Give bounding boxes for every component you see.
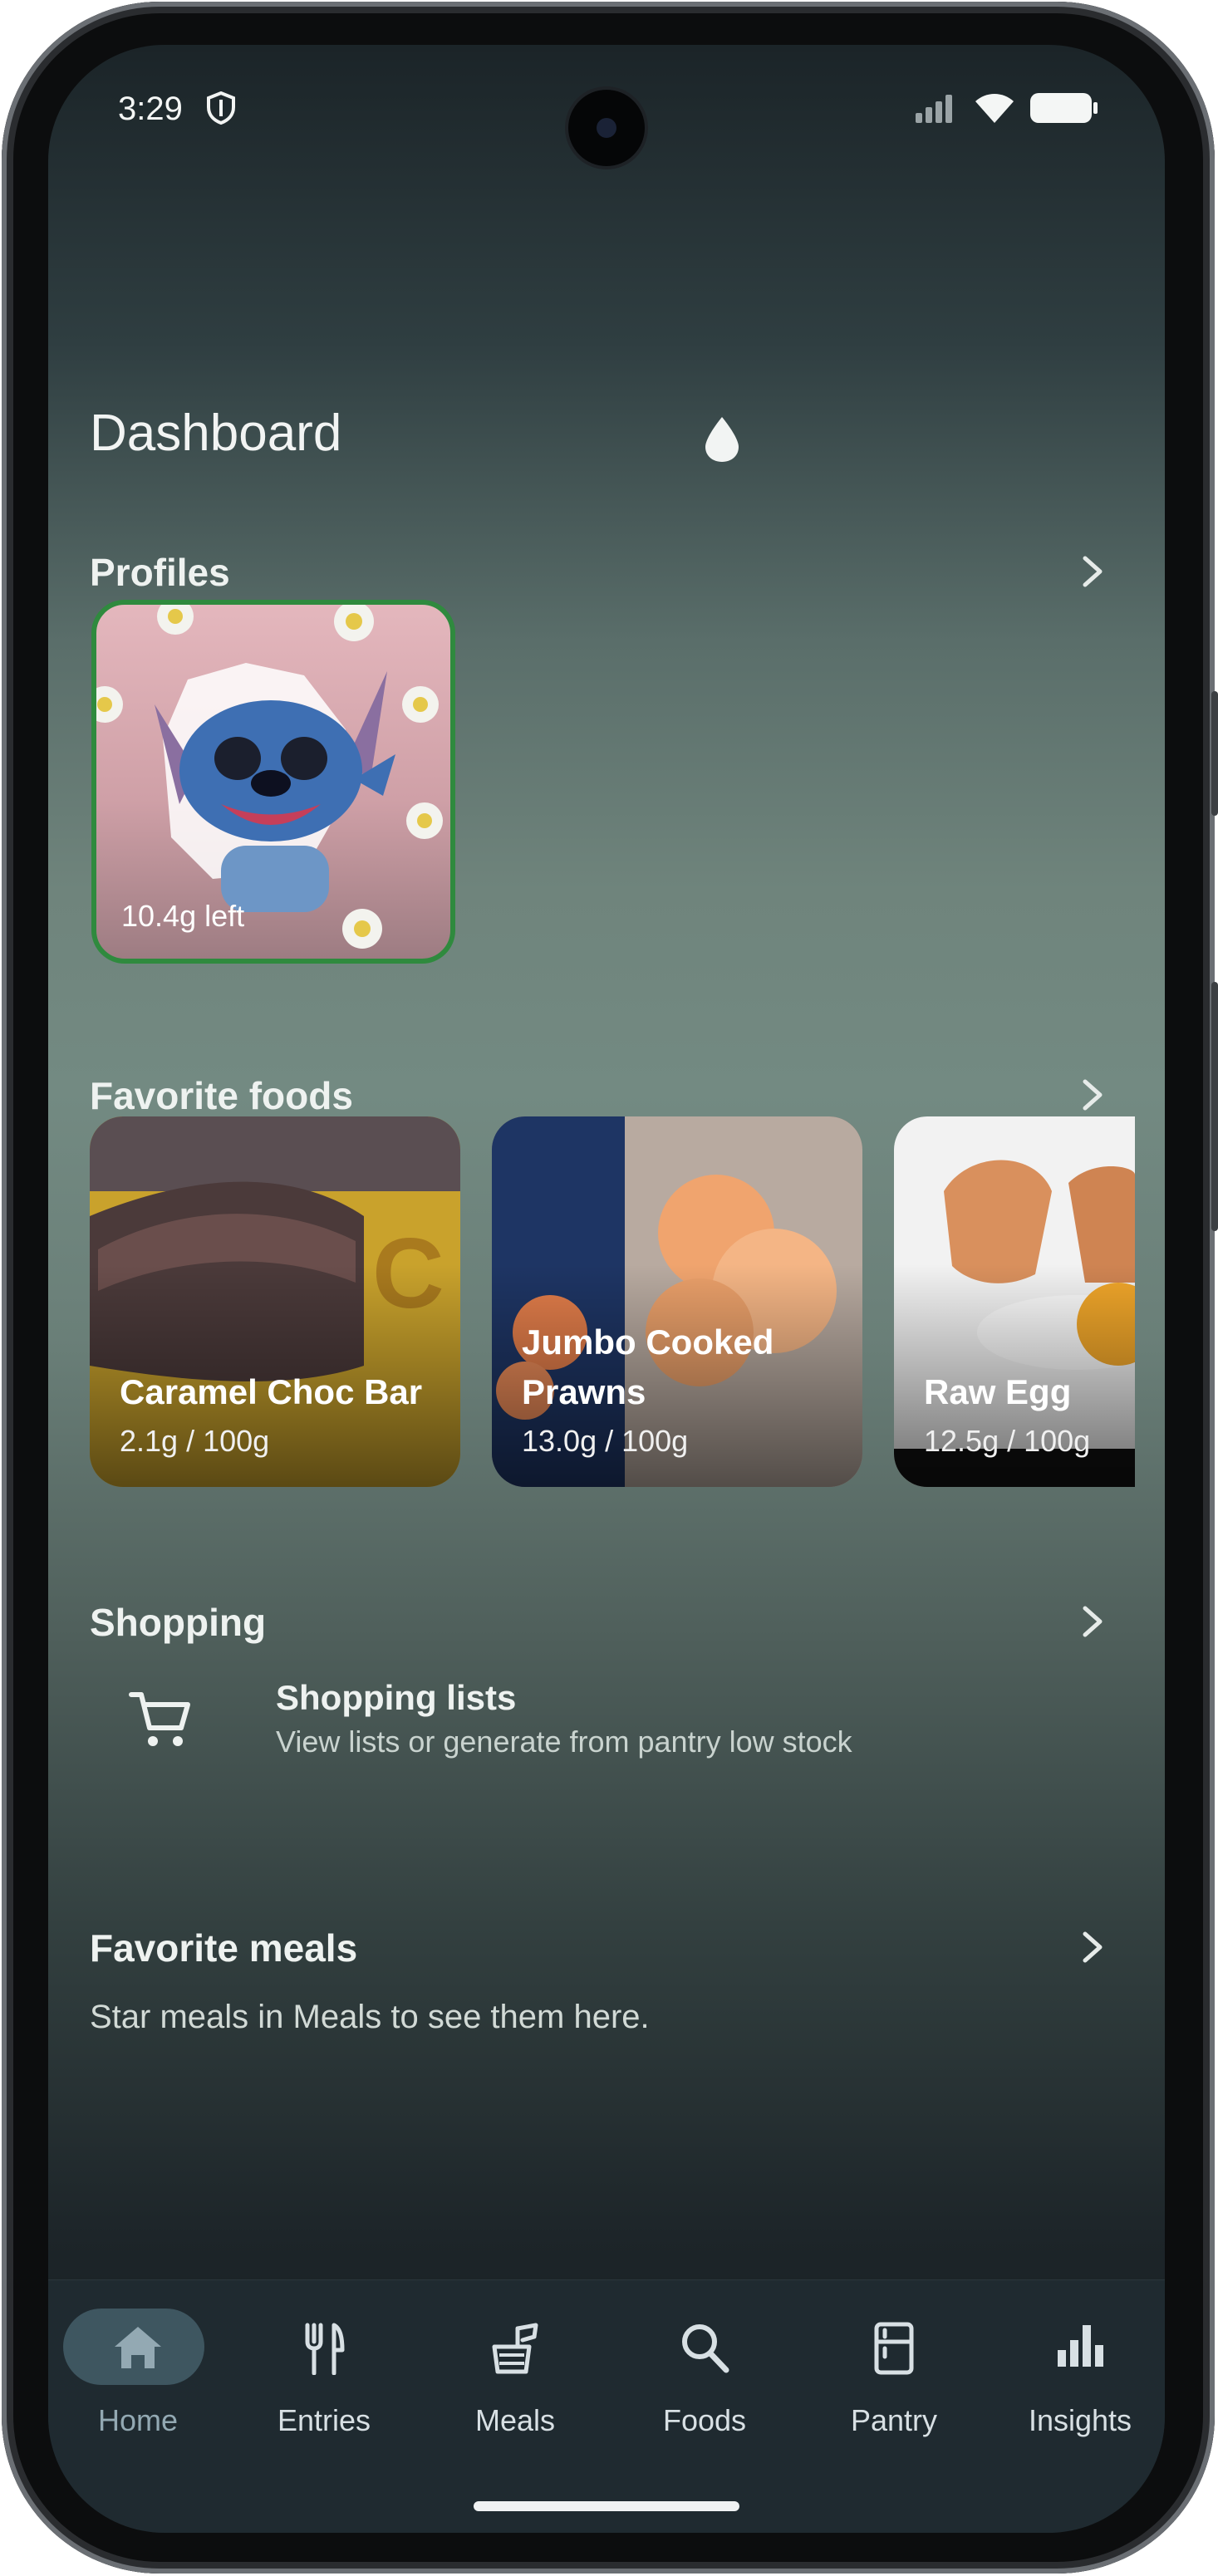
- nav-label: Foods: [662, 2403, 747, 2437]
- nav-label: Pantry: [850, 2403, 938, 2437]
- nav-label: Meals: [474, 2403, 556, 2437]
- food-name: Caramel Choc Bar: [120, 1372, 423, 1411]
- nav-label: Insights: [1028, 2403, 1132, 2437]
- nav-entries[interactable]: Entries: [233, 2280, 415, 2446]
- wifi-icon: [975, 94, 1014, 123]
- nav-label: Home: [97, 2403, 179, 2437]
- status-bar: 3:29: [48, 45, 1165, 166]
- chevron-right-icon[interactable]: [1078, 1603, 1107, 1644]
- phone-frame: 3:29 Dashboard Profiles 10.4g left Favor…: [2, 2, 1218, 2574]
- profile-remaining: 10.4g left: [121, 899, 245, 933]
- nav-meals[interactable]: Meals: [424, 2280, 607, 2446]
- fork-knife-icon: [233, 2322, 415, 2375]
- favorite-meals-empty: Star meals in Meals to see them here.: [90, 1999, 650, 2035]
- food-amount: 12.5g / 100g: [924, 1424, 1091, 1458]
- signal-icon: [916, 95, 952, 123]
- shopping-cart-icon: [128, 1690, 193, 1754]
- shopping-lists-subtitle: View lists or generate from pantry low s…: [276, 1725, 852, 1759]
- chevron-right-icon[interactable]: [1078, 1077, 1107, 1117]
- nav-label: Entries: [277, 2403, 371, 2437]
- shield-icon: [206, 91, 236, 129]
- front-camera: [568, 90, 645, 166]
- nav-foods[interactable]: Foods: [613, 2280, 796, 2446]
- fridge-icon: [803, 2322, 985, 2375]
- food-name: Jumbo Cooked Prawns: [522, 1322, 774, 1411]
- food-name: Raw Egg: [924, 1372, 1072, 1411]
- nav-pantry[interactable]: Pantry: [803, 2280, 985, 2446]
- food-card[interactable]: Raw Egg 12.5g / 100g: [894, 1116, 1135, 1487]
- screen: 3:29 Dashboard Profiles 10.4g left Favor…: [48, 45, 1165, 2533]
- meal-bag-icon: [424, 2322, 607, 2375]
- home-icon: [48, 2322, 229, 2375]
- food-card[interactable]: Jumbo Cooked Prawns 13.0g / 100g: [492, 1116, 862, 1487]
- profile-card[interactable]: 10.4g left: [91, 600, 455, 964]
- system-icons: [916, 91, 1098, 125]
- nav-home[interactable]: Home: [48, 2280, 229, 2446]
- search-icon: [613, 2322, 796, 2375]
- chevron-right-icon[interactable]: [1078, 553, 1107, 594]
- food-amount: 13.0g / 100g: [522, 1424, 689, 1458]
- shopping-lists-title: Shopping lists: [276, 1678, 517, 1717]
- water-drop-icon[interactable]: [703, 415, 741, 468]
- power-button: [1211, 982, 1218, 1231]
- food-card[interactable]: C Caramel Choc Bar 2.1g / 100g: [90, 1116, 460, 1487]
- nav-insights[interactable]: Insights: [989, 2280, 1165, 2446]
- status-time: 3:29: [118, 91, 183, 127]
- profiles-heading: Profiles: [90, 551, 230, 594]
- battery-icon: [1030, 93, 1098, 123]
- bottom-nav: Home Entries Meals Foods Pantry Insights: [48, 2279, 1165, 2533]
- home-indicator[interactable]: [474, 2501, 739, 2511]
- shopping-lists-item[interactable]: Shopping lists View lists or generate fr…: [128, 1673, 1042, 1764]
- volume-button: [1211, 691, 1218, 816]
- chevron-right-icon[interactable]: [1078, 1929, 1107, 1970]
- page-title: Dashboard: [90, 405, 342, 462]
- food-amount: 2.1g / 100g: [120, 1424, 270, 1458]
- bar-chart-icon: [989, 2322, 1165, 2375]
- favorite-meals-heading: Favorite meals: [90, 1926, 358, 1970]
- shopping-heading: Shopping: [90, 1601, 267, 1644]
- favorite-foods-heading: Favorite foods: [90, 1074, 353, 1117]
